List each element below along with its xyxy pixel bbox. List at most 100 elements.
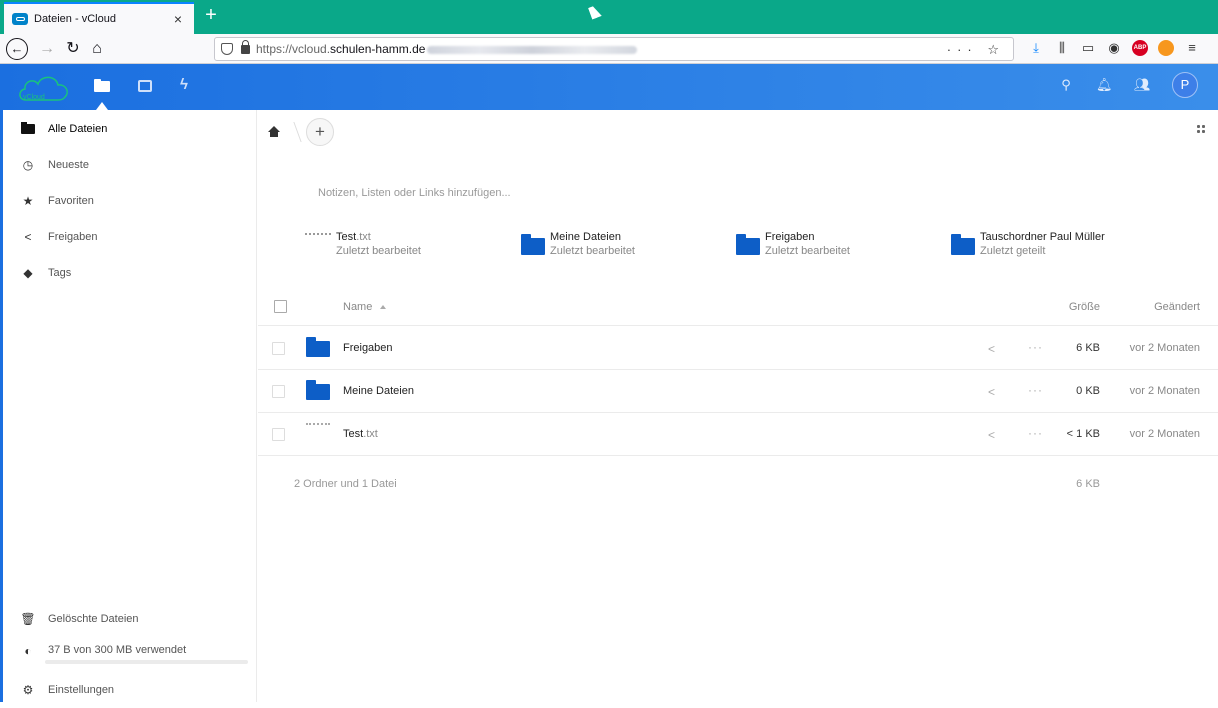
sidebar-item-neueste[interactable]: ◷ Neueste (3, 147, 257, 183)
file-modified: vor 2 Monaten (1129, 428, 1200, 440)
quota-progress-bar (45, 660, 248, 664)
home-button-icon[interactable]: ⌂ (86, 38, 108, 60)
column-modified[interactable]: Geändert (1154, 301, 1200, 313)
folder-icon (521, 233, 545, 255)
share-icon: < (24, 230, 32, 244)
recent-item[interactable]: Freigaben Zuletzt bearbeitet (736, 230, 850, 258)
tag-icon: ◆ (23, 266, 33, 280)
more-actions-icon[interactable]: ··· (1028, 340, 1043, 354)
recent-item[interactable]: Meine Dateien Zuletzt bearbeitet (521, 230, 635, 258)
extension-icon[interactable] (1158, 40, 1174, 56)
file-name[interactable]: Meine Dateien (343, 385, 414, 397)
sidebar-item-label: Favoriten (48, 195, 94, 207)
vcloud-logo[interactable]: vCloud (16, 72, 72, 104)
clock-icon: ◷ (22, 158, 34, 172)
activity-app-icon[interactable]: ϟ (180, 76, 196, 93)
star-icon: ★ (22, 194, 34, 208)
breadcrumb: + (268, 118, 334, 146)
files-main: + Notizen, Listen oder Links hinzufügen.… (258, 110, 1218, 702)
file-table-header: Name Größe Geändert (258, 290, 1218, 326)
library-icon[interactable]: ⫼ (1054, 40, 1070, 56)
text-file-icon (306, 423, 330, 445)
address-bar[interactable]: https://vcloud.schulen-hamm.de ··· ☆ (214, 37, 1014, 61)
sidebar-item-label: Freigaben (48, 231, 98, 243)
browser-tab[interactable]: Dateien - vCloud × (4, 2, 194, 34)
page-actions-icon[interactable]: ··· ☆ (947, 42, 1005, 58)
more-actions-icon[interactable]: ··· (1028, 426, 1043, 440)
column-name[interactable]: Name (343, 301, 387, 313)
files-app-icon[interactable] (94, 78, 110, 94)
new-tab-button[interactable]: + (200, 5, 222, 27)
sidebar-item-tags[interactable]: ◆ Tags (3, 255, 257, 291)
tab-title: Dateien - vCloud (34, 13, 116, 25)
sidebar-item-deleted-files[interactable]: 🗑︎ Gelöschte Dateien (3, 601, 257, 637)
pie-chart-icon: ◐ (24, 644, 32, 658)
sidebar-item-freigaben[interactable]: < Freigaben (3, 219, 257, 255)
recent-item[interactable]: Test.txt Zuletzt bearbeitet (305, 230, 421, 258)
tab-close-icon[interactable]: × (170, 11, 186, 27)
breadcrumb-separator (284, 122, 302, 142)
file-modified: vor 2 Monaten (1129, 342, 1200, 354)
trash-icon: 🗑︎ (20, 612, 36, 626)
file-name[interactable]: Test.txt (343, 428, 378, 440)
back-button[interactable]: ← (6, 38, 28, 60)
recent-item[interactable]: Tauschordner Paul Müller Zuletzt geteilt (951, 230, 1105, 258)
file-size: < 1 KB (1066, 428, 1100, 440)
sidebar-item-label: Gelöschte Dateien (48, 613, 139, 625)
file-size: 0 KB (1076, 385, 1100, 397)
folder-icon (306, 337, 330, 357)
reload-icon[interactable]: ↻ (62, 38, 84, 60)
app-header: vCloud ϟ ⚲ 🔔︎ 👥︎ P (0, 64, 1218, 110)
quota-info[interactable]: ◐ 37 B von 300 MB verwendet (3, 634, 257, 670)
toolbar-icons: ⤓ ⫼ ▭ ◉ ABP ≡ (1028, 40, 1200, 56)
tracking-shield-icon[interactable] (221, 43, 233, 55)
share-icon[interactable]: < (988, 385, 995, 399)
share-icon[interactable]: < (988, 342, 995, 356)
search-icon[interactable]: ⚲ (1058, 77, 1074, 93)
new-button[interactable]: + (306, 118, 334, 146)
account-icon[interactable]: ◉ (1106, 40, 1122, 56)
sidebar-item-label: Neueste (48, 159, 89, 171)
home-icon[interactable] (268, 126, 280, 138)
select-all-checkbox[interactable] (274, 300, 287, 313)
row-checkbox[interactable] (272, 428, 285, 441)
sidebar-item-alle-dateien[interactable]: Alle Dateien (3, 111, 257, 147)
browser-tab-bar: Dateien - vCloud × + (0, 0, 1218, 34)
file-summary: 2 Ordner und 1 Datei (294, 478, 397, 490)
share-icon[interactable]: < (988, 428, 995, 442)
avatar[interactable]: P (1172, 72, 1198, 98)
column-size[interactable]: Größe (1069, 301, 1100, 313)
sidebar-item-label: Alle Dateien (48, 123, 108, 135)
folder-icon (21, 122, 35, 136)
folder-icon (736, 233, 760, 255)
browser-nav-bar: ← → ↻ ⌂ https://vcloud.schulen-hamm.de ·… (0, 34, 1218, 64)
download-icon[interactable]: ⤓ (1028, 40, 1044, 56)
reader-icon[interactable]: ▭ (1080, 40, 1096, 56)
url-path-blurred (427, 45, 638, 54)
sidebar-item-settings[interactable]: ⚙ Einstellungen (3, 672, 257, 708)
notifications-icon[interactable]: 🔔︎ (1096, 77, 1113, 93)
menu-icon[interactable]: ≡ (1184, 40, 1200, 56)
grid-view-icon[interactable] (1196, 124, 1206, 134)
table-row[interactable]: Test.txt < ··· < 1 KB vor 2 Monaten (258, 413, 1218, 456)
text-file-icon (305, 233, 331, 255)
adblock-icon[interactable]: ABP (1132, 40, 1148, 56)
table-row[interactable]: Meine Dateien < ··· 0 KB vor 2 Monaten (258, 370, 1218, 413)
sidebar-item-favoriten[interactable]: ★ Favoriten (3, 183, 257, 219)
quota-text: 37 B von 300 MB verwendet (48, 644, 187, 656)
table-row[interactable]: Freigaben < ··· 6 KB vor 2 Monaten (258, 327, 1218, 370)
mouse-cursor-icon (588, 4, 602, 20)
photos-app-icon[interactable] (138, 80, 152, 92)
contacts-icon[interactable]: 👥︎ (1134, 77, 1151, 93)
sidebar-item-label: Tags (48, 267, 72, 279)
row-checkbox[interactable] (272, 342, 285, 355)
lock-icon[interactable] (241, 39, 250, 54)
file-modified: vor 2 Monaten (1129, 385, 1200, 397)
nextcloud-favicon-icon (12, 13, 28, 25)
svg-text:vCloud: vCloud (23, 94, 45, 101)
file-name[interactable]: Freigaben (343, 342, 393, 354)
more-actions-icon[interactable]: ··· (1028, 383, 1043, 397)
notes-input[interactable]: Notizen, Listen oder Links hinzufügen... (318, 187, 511, 199)
row-checkbox[interactable] (272, 385, 285, 398)
forward-button[interactable]: → (36, 38, 58, 60)
